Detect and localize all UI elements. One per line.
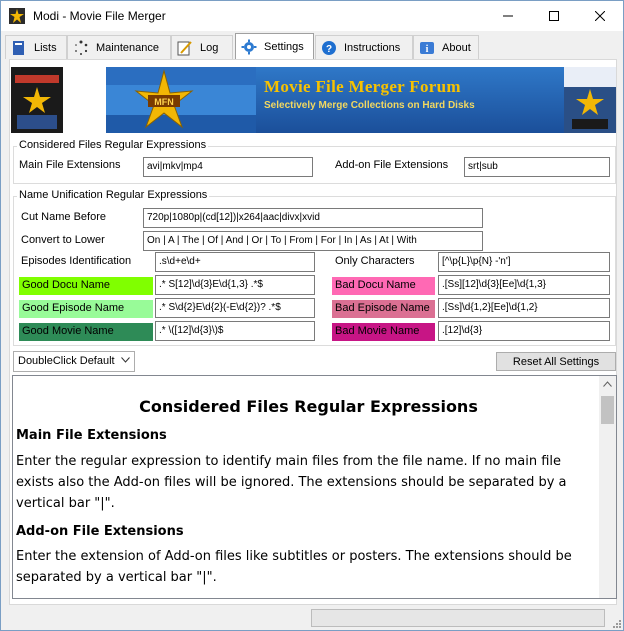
help-addon-heading: Add-on File Extensions bbox=[16, 524, 184, 539]
title-bar: Modi - Movie File Merger bbox=[1, 1, 623, 31]
good-episode-label[interactable]: Good Episode Name bbox=[19, 300, 153, 318]
app-star-icon bbox=[9, 8, 25, 24]
minimize-icon bbox=[503, 15, 513, 17]
tab-instructions[interactable]: ? Instructions bbox=[315, 35, 413, 59]
svg-text:?: ? bbox=[326, 44, 332, 55]
main-extensions-input[interactable]: avi|mkv|mp4 bbox=[143, 157, 313, 177]
bad-docu-label[interactable]: Bad Docu Name bbox=[332, 277, 435, 295]
help-scrollbar[interactable] bbox=[599, 376, 616, 598]
movie-poster-right-image bbox=[564, 67, 616, 133]
status-bar bbox=[1, 605, 623, 630]
tab-log[interactable]: Log bbox=[171, 35, 233, 59]
movie-poster-left-image bbox=[11, 67, 63, 133]
doubleclick-dropdown[interactable]: DoubleClick Default bbox=[13, 351, 135, 372]
addon-extensions-input[interactable]: srt|sub bbox=[464, 157, 610, 177]
bad-movie-label[interactable]: Bad Movie Name bbox=[332, 323, 435, 341]
only-characters-input[interactable]: [^\p{L}\p{N} -'n'] bbox=[438, 252, 610, 272]
banner-subtitle: Selectively Merge Collections on Hard Di… bbox=[264, 100, 475, 111]
minimize-button[interactable] bbox=[485, 1, 531, 31]
svg-text:i: i bbox=[426, 44, 429, 55]
good-movie-label[interactable]: Good Movie Name bbox=[19, 323, 153, 341]
help-title: Considered Files Regular Expressions bbox=[139, 397, 478, 416]
cut-name-label: Cut Name Before bbox=[21, 211, 106, 223]
mfn-star-logo: MFN bbox=[106, 67, 256, 133]
tab-about-label: About bbox=[442, 41, 471, 54]
scrollbar-thumb[interactable] bbox=[601, 396, 614, 424]
resize-grip-icon[interactable] bbox=[611, 618, 621, 628]
scroll-up-icon[interactable] bbox=[603, 381, 612, 387]
banner-title: Movie File Merger Forum bbox=[264, 77, 461, 96]
help-main-heading: Main File Extensions bbox=[16, 428, 167, 443]
convert-lower-label: Convert to Lower bbox=[21, 234, 105, 246]
tab-about[interactable]: i About bbox=[413, 35, 479, 59]
pencil-note-icon bbox=[177, 40, 192, 55]
banner-row: MFN Movie File Merger Forum Selectively … bbox=[9, 65, 617, 133]
episodes-id-input[interactable]: .s\d+e\d+ bbox=[155, 252, 315, 272]
window-title: Modi - Movie File Merger bbox=[33, 9, 166, 23]
close-button[interactable] bbox=[577, 1, 623, 31]
reset-all-settings-button[interactable]: Reset All Settings bbox=[496, 352, 616, 371]
good-movie-input[interactable]: .* \([12]\d{3}\)$ bbox=[155, 321, 315, 341]
spinner-icon bbox=[75, 40, 88, 55]
help-text-area[interactable]: Considered Files Regular Expressions Mai… bbox=[12, 375, 617, 599]
info-icon: i bbox=[420, 41, 434, 55]
help-addon-text: Enter the extension of Add-on files like… bbox=[16, 549, 572, 585]
episodes-id-label: Episodes Identification bbox=[21, 255, 132, 267]
close-icon bbox=[595, 11, 605, 21]
tab-log-label: Log bbox=[200, 41, 219, 54]
considered-files-legend: Considered Files Regular Expressions bbox=[17, 139, 209, 151]
tab-settings[interactable]: Settings bbox=[235, 33, 314, 59]
forum-banner[interactable]: MFN Movie File Merger Forum Selectively … bbox=[106, 67, 564, 133]
gear-icon bbox=[241, 39, 257, 54]
mfn-logo-text: MFN bbox=[154, 97, 174, 107]
help-main-text: Enter the regular expression to identify… bbox=[16, 454, 567, 511]
tab-lists-label: Lists bbox=[34, 41, 57, 54]
tab-instructions-label: Instructions bbox=[344, 41, 401, 54]
maximize-button[interactable] bbox=[531, 1, 577, 31]
progress-bar bbox=[311, 609, 605, 627]
convert-lower-input[interactable]: On | A | The | Of | And | Or | To | From… bbox=[143, 231, 483, 251]
addon-extensions-label: Add-on File Extensions bbox=[335, 159, 449, 171]
good-docu-label[interactable]: Good Docu Name bbox=[19, 277, 153, 295]
maximize-icon bbox=[549, 11, 559, 21]
book-icon bbox=[13, 40, 24, 55]
tab-maintenance-label: Maintenance bbox=[96, 41, 159, 54]
bad-docu-input[interactable]: .[Ss][12]\d{3}[Ee]\d{1,3} bbox=[438, 275, 610, 295]
help-icon: ? bbox=[322, 40, 336, 55]
good-episode-input[interactable]: .* S\d{2}E\d{2}(-E\d{2})? .*$ bbox=[155, 298, 315, 318]
tab-maintenance[interactable]: Maintenance bbox=[67, 35, 171, 59]
tab-lists[interactable]: Lists bbox=[5, 35, 67, 59]
main-extensions-label: Main File Extensions bbox=[19, 159, 121, 171]
only-characters-label: Only Characters bbox=[335, 255, 415, 267]
tab-settings-label: Settings bbox=[264, 40, 304, 53]
bad-episode-input[interactable]: .[Ss]\d{1,2}[Ee]\d{1,2} bbox=[438, 298, 610, 318]
bad-movie-input[interactable]: .[12]\d{3} bbox=[438, 321, 610, 341]
tab-strip: Lists Maintenance Log Settings ? Instruc… bbox=[1, 33, 623, 59]
chevron-down-icon bbox=[121, 357, 130, 363]
app-window: Modi - Movie File Merger Lists Maintenan… bbox=[0, 0, 624, 631]
bad-episode-label[interactable]: Bad Episode Name bbox=[332, 300, 435, 318]
doubleclick-dropdown-value: DoubleClick Default bbox=[18, 355, 115, 367]
cut-name-input[interactable]: 720p|1080p|(cd[12])|x264|aac|divx|xvid bbox=[143, 208, 483, 228]
good-docu-input[interactable]: .* S[12]\d{3}E\d{1,3} .*$ bbox=[155, 275, 315, 295]
name-unification-legend: Name Unification Regular Expressions bbox=[17, 189, 210, 201]
